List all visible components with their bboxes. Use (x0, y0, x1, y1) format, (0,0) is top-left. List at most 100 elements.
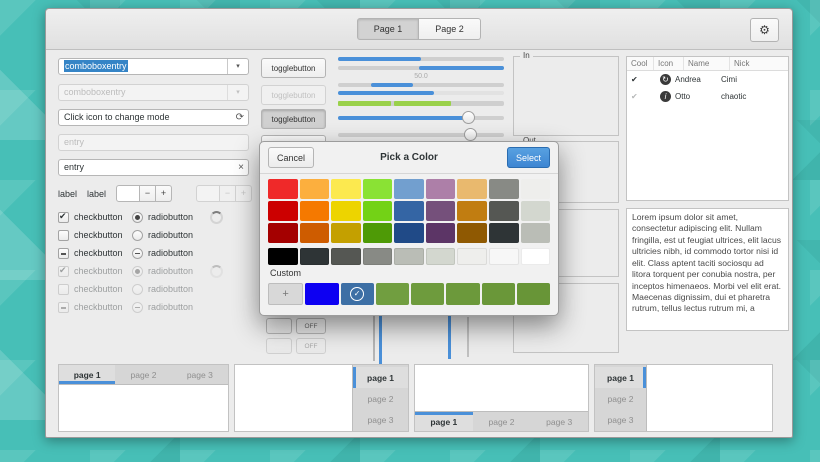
clear-icon[interactable]: × (238, 160, 244, 175)
header-tab-page-2[interactable]: Page 2 (419, 18, 481, 40)
switch-knob[interactable] (266, 318, 292, 334)
gray-swatch[interactable] (457, 248, 487, 265)
checkbutton-box[interactable] (58, 212, 69, 223)
custom-color-swatch[interactable] (517, 283, 550, 305)
select-button[interactable]: Select (507, 147, 550, 168)
gear-menu-button[interactable]: ⚙ (750, 18, 779, 42)
color-swatch[interactable] (331, 201, 361, 221)
tab-page-3[interactable]: page 3 (353, 409, 408, 430)
color-swatch[interactable] (521, 223, 551, 243)
checkbutton-box[interactable] (58, 230, 69, 241)
color-swatch[interactable] (394, 223, 424, 243)
custom-color-swatch[interactable] (446, 283, 479, 305)
tree-column-header-icon[interactable]: Icon (654, 57, 684, 70)
lorem-textview[interactable]: Lorem ipsum dolor sit amet, consectetur … (626, 208, 789, 331)
cancel-button[interactable]: Cancel (268, 147, 314, 168)
color-swatch[interactable] (521, 201, 551, 221)
table-row[interactable]: ✔iOttochaotic (627, 88, 788, 105)
spinbutton[interactable]: − + (116, 185, 172, 202)
color-swatch[interactable] (426, 179, 456, 199)
tab-page-2[interactable]: page 2 (115, 365, 171, 384)
checkbutton-box[interactable] (58, 248, 69, 259)
vertical-scale-fill[interactable] (379, 311, 382, 364)
gray-swatch[interactable] (331, 248, 361, 265)
color-swatch[interactable] (331, 179, 361, 199)
tree-column-header-name[interactable]: Name (684, 57, 730, 70)
custom-color-swatch[interactable] (482, 283, 515, 305)
color-swatch[interactable] (521, 179, 551, 199)
scale-1-handle[interactable] (462, 111, 475, 124)
color-swatch[interactable] (363, 179, 393, 199)
gray-swatch[interactable] (426, 248, 456, 265)
radiobutton-circle[interactable] (132, 212, 143, 223)
radiobutton-circle[interactable] (132, 230, 143, 241)
off-switch[interactable]: OFF (296, 318, 326, 334)
tab-page-1[interactable]: page 1 (59, 365, 115, 384)
color-swatch[interactable] (489, 201, 519, 221)
header-tab-page-1[interactable]: Page 1 (357, 18, 419, 40)
togglebutton-3[interactable]: togglebutton (261, 109, 326, 129)
tab-page-2[interactable]: page 2 (595, 388, 646, 409)
comboboxentry[interactable]: comboboxentry ▾ (58, 58, 249, 75)
treeview-header[interactable]: CoolIconNameNick (627, 57, 788, 71)
tab-page-3[interactable]: page 3 (530, 412, 588, 431)
tab-page-2[interactable]: page 2 (473, 412, 531, 431)
tab-page-3[interactable]: page 3 (595, 409, 646, 430)
color-swatch[interactable] (394, 179, 424, 199)
spinbutton-value[interactable] (116, 185, 140, 202)
plus-icon[interactable]: + (156, 185, 172, 202)
color-swatch[interactable] (363, 223, 393, 243)
scale-1[interactable] (338, 116, 504, 120)
color-swatch[interactable] (268, 223, 298, 243)
color-swatch[interactable] (489, 223, 519, 243)
custom-color-swatch[interactable] (411, 283, 444, 305)
color-swatch[interactable] (268, 179, 298, 199)
gray-swatch[interactable] (394, 248, 424, 265)
color-swatch[interactable] (300, 201, 330, 221)
radiobutton-circle[interactable] (132, 248, 143, 259)
clearable-entry[interactable]: entry × (58, 159, 249, 176)
tree-column-header-nick[interactable]: Nick (730, 57, 788, 70)
vertical-scale-fill[interactable] (448, 315, 451, 359)
tab-page-1[interactable]: page 1 (353, 367, 408, 388)
tree-column-header-cool[interactable]: Cool (627, 57, 654, 70)
minus-icon[interactable]: − (140, 185, 156, 202)
gray-swatch[interactable] (521, 248, 551, 265)
add-custom-color-button[interactable]: + (268, 283, 303, 305)
icon-mode-entry[interactable]: Click icon to change mode ⟳ (58, 109, 249, 126)
notebook-content (647, 365, 772, 431)
treeview[interactable]: CoolIconNameNick ✔↻AndreaCimi✔iOttochaot… (626, 56, 789, 201)
gray-swatch[interactable] (300, 248, 330, 265)
color-swatch[interactable] (457, 201, 487, 221)
tab-page-2[interactable]: page 2 (353, 388, 408, 409)
color-swatch[interactable] (268, 201, 298, 221)
color-swatch[interactable] (331, 223, 361, 243)
tab-page-1[interactable]: page 1 (595, 367, 646, 388)
scale-2[interactable] (338, 133, 504, 137)
table-row[interactable]: ✔↻AndreaCimi (627, 71, 788, 88)
custom-color-swatch[interactable]: ✓ (341, 283, 374, 305)
custom-color-swatch[interactable] (305, 283, 338, 305)
notebook-tabs-top: page 1page 2page 3 (58, 364, 229, 432)
color-swatch[interactable] (300, 179, 330, 199)
tab-page-1[interactable]: page 1 (415, 412, 473, 431)
color-swatch[interactable] (457, 223, 487, 243)
color-swatch[interactable] (300, 223, 330, 243)
chevron-down-icon[interactable]: ▾ (227, 59, 248, 74)
color-swatch[interactable] (363, 201, 393, 221)
vertical-scale-track[interactable] (467, 317, 469, 357)
vertical-scale-track[interactable] (373, 314, 375, 361)
scale-2-handle[interactable] (464, 128, 477, 141)
color-swatch[interactable] (426, 201, 456, 221)
gray-swatch[interactable] (489, 248, 519, 265)
tab-page-3[interactable]: page 3 (172, 365, 228, 384)
custom-color-swatch[interactable] (376, 283, 409, 305)
gray-swatch[interactable] (363, 248, 393, 265)
color-swatch[interactable] (457, 179, 487, 199)
refresh-icon[interactable]: ⟳ (236, 110, 244, 125)
color-swatch[interactable] (394, 201, 424, 221)
togglebutton-1[interactable]: togglebutton (261, 58, 326, 78)
gray-swatch[interactable] (268, 248, 298, 265)
color-swatch[interactable] (489, 179, 519, 199)
color-swatch[interactable] (426, 223, 456, 243)
